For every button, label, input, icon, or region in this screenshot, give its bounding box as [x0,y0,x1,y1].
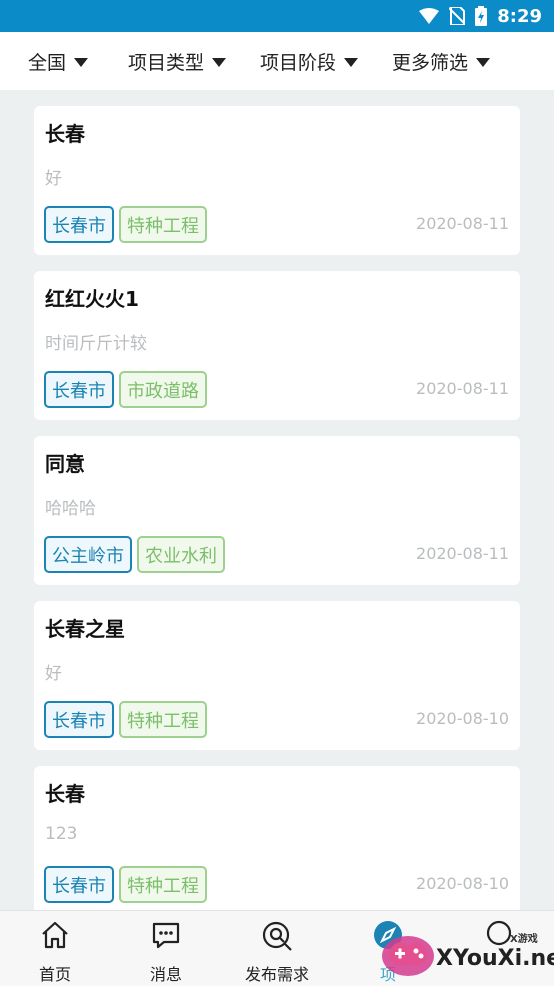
clock: 8:29 [497,5,542,27]
home-icon [42,921,68,949]
project-title: 长春 [45,782,85,806]
project-title: 红红火火1 [45,287,139,311]
wifi-icon [419,8,440,24]
no-sim-icon [449,7,466,25]
caret-down-icon [344,57,359,67]
project-date: 2020-08-11 [416,544,509,563]
project-description: 哈哈哈 [45,499,96,519]
project-tags: 长春市 特种工程 [44,701,207,738]
type-tag: 农业水利 [137,536,225,573]
caret-down-icon [476,57,491,67]
tab-projects-label: 项 [379,965,396,984]
project-date: 2020-08-10 [416,709,509,728]
project-title: 同意 [45,452,85,476]
tab-home-label: 首页 [38,965,71,984]
project-card[interactable]: 长春之星 好 长春市 特种工程 2020-08-10 [34,601,520,750]
project-tags: 公主岭市 农业水利 [44,536,225,573]
tab-messages-label: 消息 [149,965,182,984]
city-tag: 长春市 [44,371,114,408]
project-date: 2020-08-10 [416,874,509,893]
filter-project-type[interactable]: 项目类型 [128,32,227,90]
city-tag: 长春市 [44,701,114,738]
status-icons: 8:29 [419,0,542,32]
project-card[interactable]: 长春 123 长春市 特种工程 2020-08-10 [34,766,520,910]
city-tag: 长春市 [44,206,114,243]
project-date: 2020-08-11 [416,379,509,398]
city-tag: 长春市 [44,866,114,903]
filter-more[interactable]: 更多筛选 [392,32,491,90]
profile-icon [486,920,512,946]
caret-down-icon [74,57,89,67]
project-card[interactable]: 红红火火1 时间斤斤计较 长春市 市政道路 2020-08-11 [34,271,520,420]
caret-down-icon [212,57,227,67]
type-tag: 特种工程 [119,206,207,243]
filter-more-label: 更多筛选 [392,51,469,74]
tab-publish-label: 发布需求 [244,965,309,984]
type-tag: 特种工程 [119,701,207,738]
project-description: 123 [45,824,78,844]
tab-profile[interactable] [444,911,554,986]
type-tag: 市政道路 [119,371,207,408]
project-card[interactable]: 长春 好 长春市 特种工程 2020-08-11 [34,106,520,255]
project-tags: 长春市 特种工程 [44,206,207,243]
tab-messages[interactable]: 消息 [111,911,221,986]
project-description: 好 [45,169,62,189]
project-title: 长春之星 [45,617,125,641]
tab-home[interactable]: 首页 [0,911,110,986]
project-tags: 长春市 市政道路 [44,371,207,408]
bottom-tab-bar: 首页 消息 发布需求 项 [0,910,554,986]
filter-project-type-label: 项目类型 [128,51,205,74]
project-date: 2020-08-11 [416,214,509,233]
tab-projects[interactable]: 项 [333,911,443,986]
message-icon [152,922,180,949]
project-card[interactable]: 同意 哈哈哈 公主岭市 农业水利 2020-08-11 [34,436,520,585]
project-title: 长春 [45,122,85,146]
filter-project-stage[interactable]: 项目阶段 [260,32,359,90]
type-tag: 特种工程 [119,866,207,903]
filter-region-label: 全国 [28,51,67,74]
status-bar: 8:29 [0,0,554,32]
filter-region[interactable]: 全国 [28,32,89,90]
city-tag: 公主岭市 [44,536,132,573]
filter-project-stage-label: 项目阶段 [260,51,337,74]
battery-charging-icon [475,6,488,26]
tab-publish[interactable]: 发布需求 [222,911,332,986]
filter-bar: 全国 项目类型 项目阶段 更多筛选 [0,32,554,90]
project-tags: 长春市 特种工程 [44,866,207,903]
compass-icon [374,921,402,949]
project-list[interactable]: 长春 好 长春市 特种工程 2020-08-11 红红火火1 时间斤斤计较 长春… [0,90,554,910]
project-description: 好 [45,664,62,684]
search-publish-icon [262,921,292,951]
project-description: 时间斤斤计较 [45,334,147,354]
